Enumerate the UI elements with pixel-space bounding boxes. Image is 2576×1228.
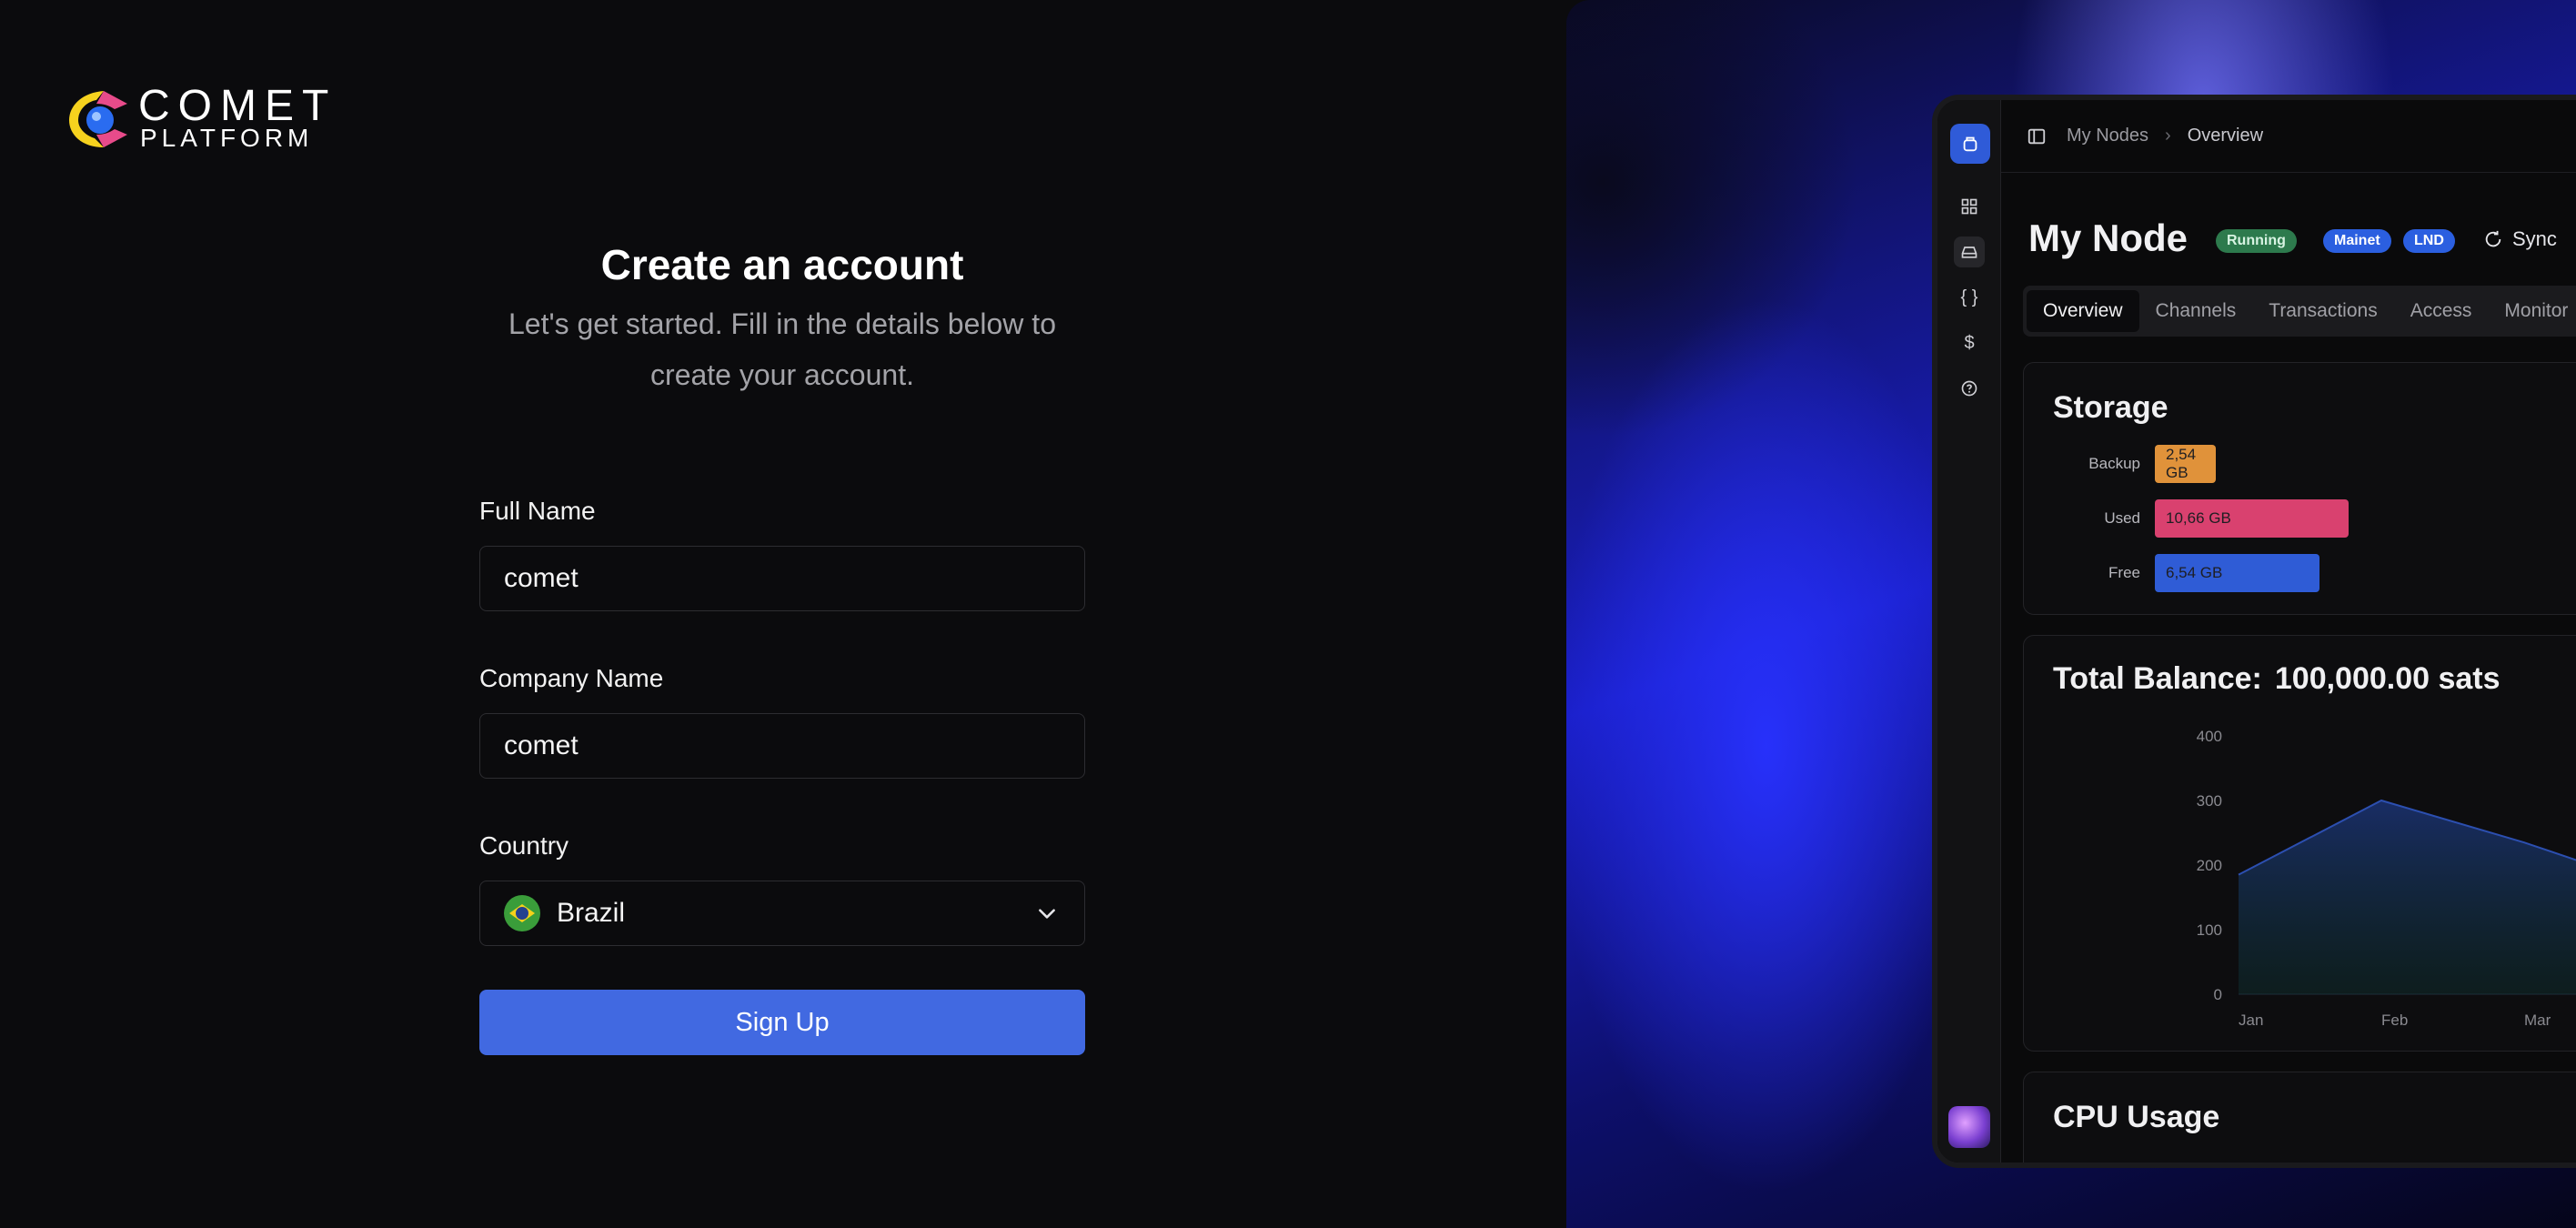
help-icon (1954, 373, 1985, 404)
storage-row: Backup 2,54 GB (2053, 445, 2216, 483)
tab-access: Access (2410, 300, 2472, 321)
country-select[interactable]: Brazil (479, 881, 1085, 946)
storage-row-label: Free (2108, 564, 2140, 581)
sync-label: Sync (2512, 227, 2557, 250)
y-tick-label: 300 (2197, 792, 2222, 810)
avatar (1948, 1106, 1990, 1148)
home-icon (1950, 124, 1990, 164)
brazil-flag-icon (504, 895, 540, 931)
full-name-field[interactable] (479, 546, 1085, 611)
status-badge-running: Running (2216, 229, 2297, 253)
node-title: My Node (2028, 216, 2189, 259)
tab-transactions: Transactions (2269, 300, 2378, 321)
chevron-right-icon: › (2165, 126, 2171, 146)
balance-chart: 0 100 200 300 400 Jan Feb Mar (2197, 728, 2576, 1029)
storage-card: Storage Backup 2,54 GB Used 10,66 GB Free 6,5… (2023, 362, 2576, 615)
page-title: Create an account (600, 241, 964, 288)
storage-bar: 2,54 GB (2155, 445, 2216, 483)
signup-pane: COMET PLATFORM Create an account Let's g… (0, 0, 1566, 1228)
tab-monitor: Monitor (2504, 300, 2569, 321)
chevron-down-icon (1039, 909, 1055, 919)
y-tick-label: 200 (2197, 857, 2222, 874)
storage-title: Storage (2053, 390, 2168, 425)
refresh-icon (2485, 230, 2501, 247)
y-tick-label: 400 (2197, 728, 2222, 745)
sync-button: Sync (2483, 227, 2557, 251)
x-tick-label: Mar (2524, 1012, 2551, 1029)
storage-row: Free 6,54 GB (2053, 554, 2319, 592)
dollar-icon: $ (1964, 332, 1975, 353)
company-name-label: Company Name (479, 664, 664, 692)
x-tick-label: Feb (2381, 1012, 2408, 1029)
storage-bar: 6,54 GB (2155, 554, 2319, 592)
preview-tabs: Overview Channels Transactions Access Mo… (2023, 286, 2576, 337)
y-tick-label: 100 (2197, 921, 2222, 939)
storage-row-label: Used (2104, 509, 2140, 527)
sign-up-button[interactable]: Sign Up (479, 990, 1085, 1055)
cpu-title: CPU Usage (2053, 1100, 2220, 1134)
x-tick-label: Jan (2239, 1012, 2263, 1029)
storage-row-label: Backup (2088, 455, 2140, 472)
company-name-field[interactable] (479, 713, 1085, 779)
breadcrumb-overview: Overview (2187, 126, 2264, 146)
tab-channels: Channels (2155, 300, 2237, 321)
balance-card: Total Balance: 100,000.00 sats 0 100 200 30… (2023, 635, 2576, 1052)
comet-logo-icon (69, 91, 127, 147)
app-preview: { } $ My Nodes › Overview My Node Runnin… (1932, 95, 2576, 1168)
storage-bar: 10,66 GB (2155, 499, 2349, 538)
breadcrumb-my-nodes: My Nodes (2067, 126, 2149, 146)
code-icon: { } (1960, 287, 1978, 307)
country-value: Brazil (557, 898, 626, 928)
y-tick-label: 0 (2214, 986, 2222, 1003)
logo-wordmark: COMET (138, 82, 337, 130)
balance-area (2239, 800, 2576, 994)
storage-row: Used 10,66 GB (2053, 499, 2349, 538)
status-badge-impl: LND (2403, 229, 2455, 253)
full-name-label: Full Name (479, 497, 596, 525)
comet-logo: COMET PLATFORM (67, 84, 377, 156)
page-subtitle: Let's get started. Fill in the details b… (508, 307, 1056, 391)
sidebar-toggle-icon (2028, 128, 2046, 144)
company-name-input[interactable] (504, 730, 1061, 761)
full-name-input[interactable] (504, 563, 1061, 594)
country-label: Country (479, 831, 569, 860)
logo-subwordmark: PLATFORM (140, 124, 314, 152)
status-badge-network: Mainet (2323, 229, 2391, 253)
cpu-card: CPU Usage (2023, 1072, 2576, 1163)
preview-sidebar: { } $ (1937, 100, 2001, 1163)
tab-overview: Overview (2027, 290, 2139, 332)
dashboard-icon (1954, 191, 1985, 222)
preview-topbar: My Nodes › Overview (2001, 100, 2576, 173)
nodes-icon (1954, 237, 1985, 267)
